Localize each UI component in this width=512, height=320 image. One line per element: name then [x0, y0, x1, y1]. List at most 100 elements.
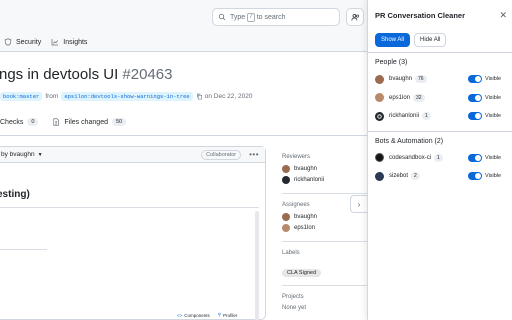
assignee-name: bvaughn	[294, 214, 318, 220]
components-tab[interactable]: <> Components	[177, 313, 210, 318]
list-item: sizebot 2 Visible	[375, 167, 505, 186]
reviewer-name: bvaughn	[294, 166, 318, 172]
search-icon	[218, 13, 226, 21]
comment-count-badge: 32	[413, 93, 425, 102]
label-pill[interactable]: CLA Signed	[282, 269, 322, 277]
profiler-label: Profiler	[223, 312, 238, 318]
visibility-toggle[interactable]	[468, 93, 482, 102]
hide-all-button[interactable]: Hide All	[414, 33, 447, 47]
comment-count-badge: 76	[415, 75, 427, 84]
github-icon	[375, 111, 384, 121]
image-scrollbar[interactable]	[255, 211, 259, 320]
show-all-button[interactable]: Show All	[375, 33, 411, 47]
pr-tabs: Checks 0 Files changed 50	[0, 118, 367, 136]
extension-panel: PR Conversation Cleaner ✕ Show All Hide …	[367, 0, 512, 320]
profiler-icon: ⚲	[217, 312, 222, 317]
chevron-down-icon: ▼	[37, 152, 43, 158]
profiler-tab[interactable]: ⚲ Profiler	[218, 312, 238, 318]
visibility-status: Visible	[485, 113, 502, 120]
github-page: Type / to search Security Insights ngs i…	[0, 0, 367, 320]
tab-files-count: 50	[112, 118, 127, 126]
list-item: eps1lon 32 Visible	[375, 89, 505, 108]
bots-section: Bots & Automation (2) codesandbox-ci 1 V…	[368, 138, 512, 186]
people-button[interactable]	[346, 8, 364, 26]
assignee[interactable]: bvaughn	[282, 213, 367, 221]
tab-checks-label: Checks	[0, 118, 24, 126]
files-icon	[53, 118, 60, 126]
panel-title: PR Conversation Cleaner	[375, 10, 466, 20]
avatar	[375, 74, 384, 84]
comment-author-text: by bvaughn	[1, 151, 35, 158]
kebab-menu-icon[interactable]: •••	[249, 150, 259, 159]
avatar	[375, 153, 384, 163]
reviewers-heading[interactable]: Reviewers	[282, 154, 367, 160]
nav-security[interactable]: Security	[4, 38, 41, 46]
copy-icon[interactable]	[196, 93, 203, 100]
comment-count-badge: 2	[411, 172, 420, 181]
reviewer[interactable]: rickhanlonii	[282, 176, 367, 184]
avatar	[282, 224, 290, 232]
visibility-toggle[interactable]	[468, 153, 482, 162]
github-header: Type / to search Security Insights	[0, 0, 367, 52]
head-branch[interactable]: eps1lon:devtools-show-warnings-in-tree	[61, 92, 193, 101]
bot-name: sizebot	[389, 173, 409, 180]
tab-files-label: Files changed	[64, 118, 108, 126]
devtools-footer: <> Components ⚲ Profiler	[177, 312, 245, 318]
search-placeholder-suffix: to search	[256, 13, 286, 21]
search-input[interactable]: Type / to search	[212, 8, 340, 26]
people-icon	[350, 13, 359, 20]
nav-security-label: Security	[16, 38, 42, 46]
collaborator-badge: Collaborator	[201, 149, 242, 160]
repo-nav: Security Insights	[0, 33, 97, 51]
panel-actions: Show All Hide All	[368, 33, 512, 47]
comment-author[interactable]: by bvaughn ▼	[1, 151, 201, 158]
user-name: rickhanlonii	[389, 113, 420, 120]
base-branch[interactable]: book:master	[0, 92, 43, 101]
avatar	[282, 176, 290, 184]
people-heading: People (3)	[375, 59, 408, 66]
avatar	[375, 93, 384, 103]
nav-insights[interactable]: Insights	[51, 38, 87, 46]
comment-body: esting)	[0, 163, 265, 320]
projects-value: None yet	[282, 305, 307, 311]
from-word: from	[45, 93, 59, 100]
pr-title: ngs in devtools UI #20463	[0, 66, 172, 83]
reviewers-section: Reviewers bvaughn rickhanlonii	[282, 154, 367, 194]
visibility-toggle[interactable]	[468, 112, 482, 121]
tab-checks[interactable]: Checks 0	[0, 118, 39, 126]
assignee[interactable]: eps1lon	[282, 224, 367, 232]
avatar	[282, 165, 290, 173]
visibility-status: Visible	[485, 173, 502, 180]
comment-header: by bvaughn ▼ Collaborator •••	[0, 147, 265, 163]
projects-heading[interactable]: Projects	[282, 294, 367, 300]
labels-section: Labels CLA Signed	[282, 250, 367, 286]
collapse-panel-button[interactable]: ›	[350, 195, 367, 213]
avatar	[375, 171, 384, 181]
pr-meta: book:master from eps1lon:devtools-show-w…	[0, 92, 252, 101]
labels-heading[interactable]: Labels	[282, 250, 367, 256]
visibility-status: Visible	[485, 76, 502, 83]
components-icon: <>	[177, 312, 183, 318]
search-shortcut-key: /	[247, 12, 255, 22]
close-icon[interactable]: ✕	[499, 10, 507, 21]
comment-count-badge: 1	[434, 153, 443, 162]
tab-files-changed[interactable]: Files changed 50	[52, 118, 127, 126]
visibility-toggle[interactable]	[468, 75, 482, 84]
bot-name: codesandbox-ci	[389, 154, 432, 161]
search-placeholder-prefix: Type	[230, 13, 246, 21]
list-item: bvaughn 76 Visible	[375, 70, 505, 89]
reviewer[interactable]: bvaughn	[282, 165, 367, 173]
projects-section: Projects None yet	[282, 294, 367, 311]
bots-heading: Bots & Automation (2)	[375, 137, 444, 145]
list-item: codesandbox-ci 1 Visible	[375, 149, 505, 168]
user-name: eps1lon	[389, 94, 411, 101]
comment-count-badge: 1	[422, 112, 431, 121]
pr-number: #20463	[122, 66, 173, 83]
nav-insights-label: Insights	[63, 38, 88, 46]
divider	[0, 249, 47, 250]
user-name: bvaughn	[389, 76, 413, 83]
visibility-toggle[interactable]	[468, 172, 482, 181]
pr-sidebar: Reviewers bvaughn rickhanlonii Assignees…	[282, 146, 367, 311]
assignee-name: eps1lon	[294, 225, 316, 231]
graph-icon	[51, 39, 59, 46]
